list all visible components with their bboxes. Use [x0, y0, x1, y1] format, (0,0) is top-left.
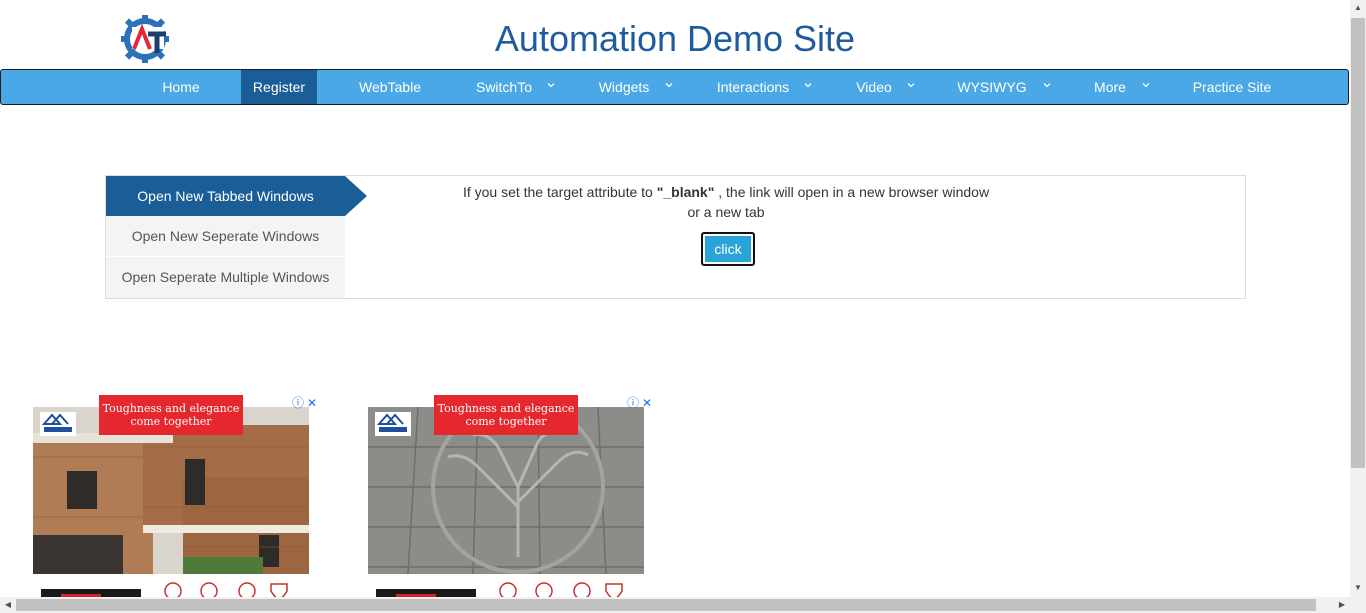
chevron-down-icon[interactable] [804, 81, 812, 89]
chevron-down-icon[interactable] [1142, 81, 1150, 89]
ad-headline-line2: come together [465, 415, 547, 428]
nav-home[interactable]: Home [141, 70, 221, 104]
ad-headline-line1: Toughness and elegance [437, 402, 575, 415]
chevron-down-icon[interactable] [907, 81, 915, 89]
nav-practice-site[interactable]: Practice Site [1181, 70, 1283, 104]
chevron-down-icon[interactable] [1043, 81, 1051, 89]
nav-switchto[interactable]: SwitchTo [467, 70, 541, 104]
ad-close-icon[interactable]: ✕ [640, 396, 654, 410]
description-suffix: , the link will open in a new browser wi… [714, 184, 990, 200]
ncl-logo-icon [375, 412, 411, 436]
nav-webtable[interactable]: WebTable [347, 70, 433, 104]
tab-open-new-tabbed-windows[interactable]: Open New Tabbed Windows [106, 176, 345, 216]
click-button[interactable]: click [701, 232, 755, 266]
nav-interactions[interactable]: Interactions [707, 70, 799, 104]
description-prefix: If you set the target attribute to [462, 184, 657, 200]
ad-headline-line1: Toughness and elegance [102, 402, 240, 415]
windows-panel: Open New Tabbed Windows Open New Seperat… [105, 175, 1246, 299]
scroll-right-arrow-icon[interactable]: ▶ [1334, 597, 1350, 613]
ad-info-icon[interactable]: ⓘ [291, 396, 305, 410]
tab-open-new-seperate-windows[interactable]: Open New Seperate Windows [106, 216, 345, 256]
scroll-down-arrow-icon[interactable]: ▼ [1350, 580, 1366, 596]
ncl-logo-icon [40, 412, 76, 436]
active-tab-arrow [345, 176, 367, 216]
scroll-left-arrow-icon[interactable]: ◀ [0, 597, 16, 613]
tab-description: If you set the target attribute to "_bla… [446, 182, 1006, 222]
chevron-down-icon[interactable] [547, 81, 555, 89]
scroll-up-arrow-icon[interactable]: ▲ [1350, 0, 1366, 16]
nav-widgets[interactable]: Widgets [589, 70, 659, 104]
vertical-scrollbar-thumb[interactable] [1351, 18, 1365, 468]
main-navbar: Home Register WebTable SwitchTo Widgets … [0, 69, 1349, 105]
description-bold: "_blank" [656, 184, 715, 200]
ad-headline-line2: come together [130, 415, 212, 428]
ad-close-icon[interactable]: ✕ [305, 396, 319, 410]
nav-register[interactable]: Register [241, 70, 317, 104]
tab-open-seperate-multiple-windows[interactable]: Open Seperate Multiple Windows [106, 257, 345, 298]
ad-unit[interactable]: Toughness and elegance come together ⓘ ✕ [33, 395, 323, 600]
site-header: Automation Demo Site [0, 0, 1350, 68]
nav-video[interactable]: Video [847, 70, 901, 104]
nav-more[interactable]: More [1085, 70, 1135, 104]
nav-wysiwyg[interactable]: WYSIWYG [951, 70, 1033, 104]
chevron-down-icon[interactable] [665, 81, 673, 89]
ad-headline[interactable]: Toughness and elegance come together [99, 395, 243, 435]
ad-unit[interactable]: Toughness and elegance come together ⓘ ✕ [368, 395, 658, 600]
description-line2: or a new tab [687, 204, 765, 220]
ad-info-icon[interactable]: ⓘ [626, 396, 640, 410]
ad-headline[interactable]: Toughness and elegance come together [434, 395, 578, 435]
horizontal-scrollbar-thumb[interactable] [16, 599, 1316, 611]
site-title: Automation Demo Site [494, 18, 856, 59]
